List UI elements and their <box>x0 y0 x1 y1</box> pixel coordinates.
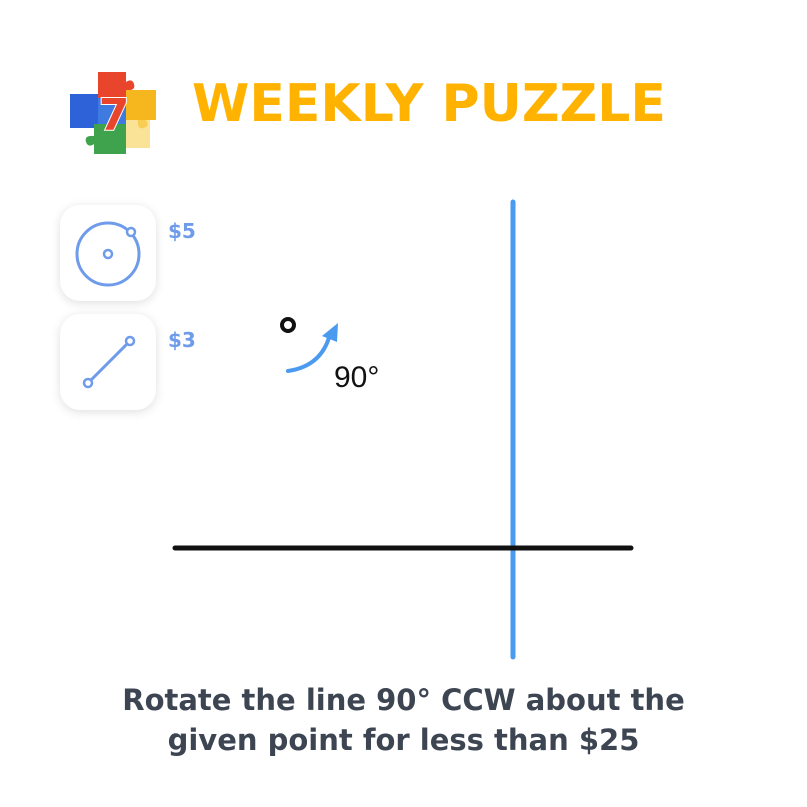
instruction-line-1: Rotate the line 90° CCW about the <box>122 683 685 717</box>
angle-label: 90° <box>334 361 380 394</box>
instruction-line-2: given point for less than $25 <box>167 723 640 757</box>
rotation-arrowhead-icon <box>322 323 338 342</box>
puzzle-screen: 7 WEEKLY PUZZLE $5 $3 90° Rotate the lin… <box>0 0 807 807</box>
puzzle-instruction: Rotate the line 90° CCW about the given … <box>0 680 807 760</box>
rotation-arrow-icon <box>286 332 332 373</box>
rotation-center-point[interactable] <box>280 317 296 333</box>
